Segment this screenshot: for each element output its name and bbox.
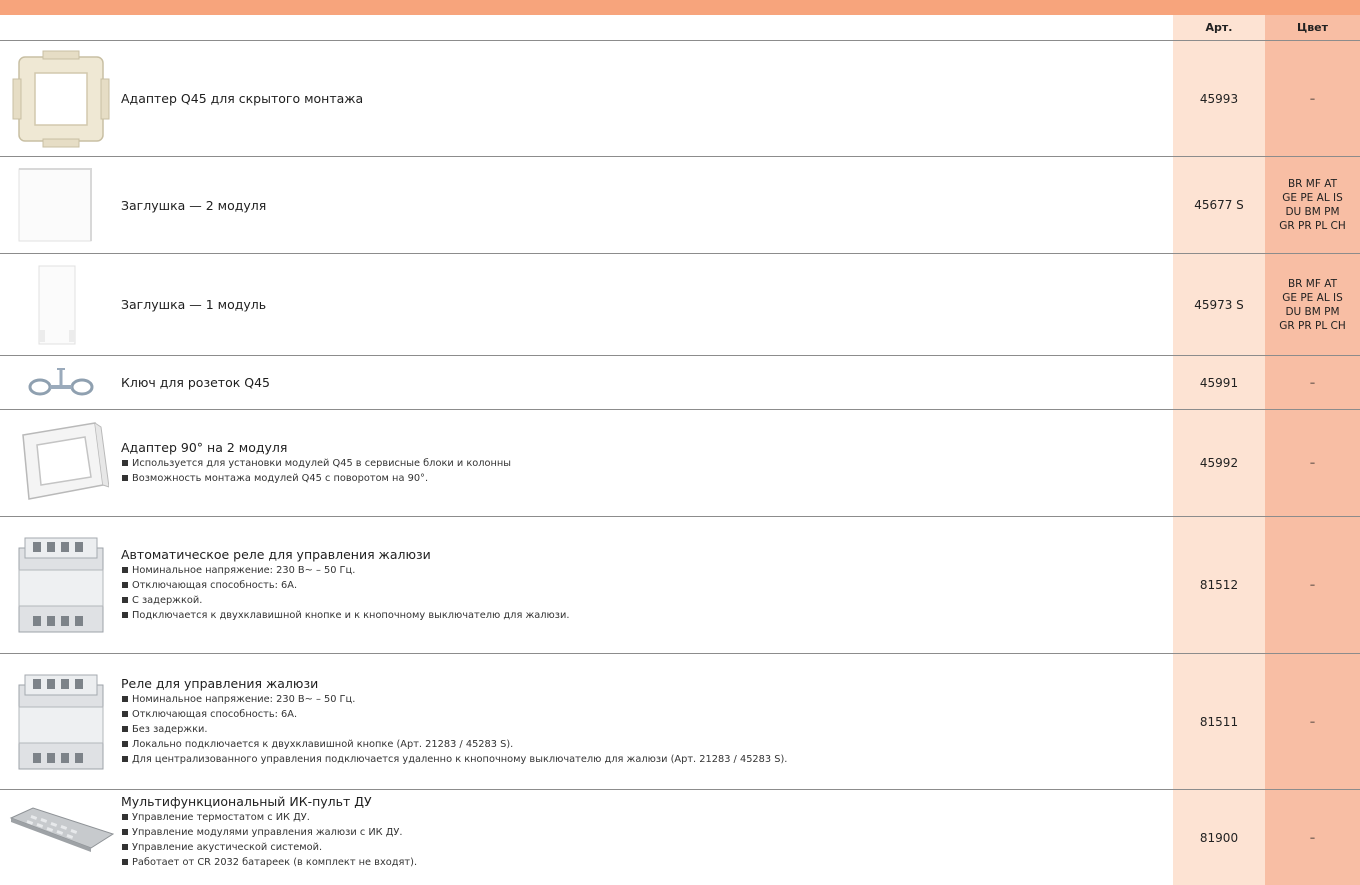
item-description: Автоматическое реле для управления жалюз… xyxy=(121,517,569,653)
table-row: Адаптер Q45 для скрытого монтажа 45993 – xyxy=(0,41,1360,156)
bullet-item: Управление модулями управления жалюзи с … xyxy=(121,825,417,840)
bullet-list: Управление термостатом с ИК ДУ. Управлен… xyxy=(121,810,417,870)
color-code: – xyxy=(1309,831,1316,844)
blank-plate-2-module-image xyxy=(0,157,110,253)
color-code: BR MF AT xyxy=(1287,178,1338,190)
top-band xyxy=(0,0,1360,15)
item-title: Мультифункциональный ИК-пульт ДУ xyxy=(121,794,372,809)
table-row: Мультифункциональный ИК-пульт ДУ Управле… xyxy=(0,790,1360,885)
item-description: Заглушка — 2 модуля xyxy=(121,157,266,253)
table-row: Заглушка — 1 модуль 45973 S BR MF AT GE … xyxy=(0,254,1360,355)
bullet-item: Локально подключается к двухклавишной кн… xyxy=(121,737,787,752)
item-color: BR MF AT GE PE AL IS DU BM PM GR PR PL C… xyxy=(1265,254,1360,355)
table-row: Автоматическое реле для управления жалюз… xyxy=(0,517,1360,653)
item-color: – xyxy=(1265,517,1360,653)
table-row: Реле для управления жалюзи Номинальное н… xyxy=(0,654,1360,789)
color-code: – xyxy=(1309,579,1316,591)
table-row: Заглушка — 2 модуля 45677 S BR MF AT GE … xyxy=(0,157,1360,253)
item-color: – xyxy=(1265,790,1360,885)
art-column-header: Арт. xyxy=(1205,21,1233,34)
item-color: – xyxy=(1265,41,1360,156)
item-description: Ключ для розеток Q45 xyxy=(121,356,270,409)
item-art: 45677 S xyxy=(1194,198,1244,212)
item-title: Реле для управления жалюзи xyxy=(121,676,319,691)
bullet-item: Возможность монтажа модулей Q45 с поворо… xyxy=(121,471,511,486)
item-art: 81900 xyxy=(1199,830,1239,845)
item-art: 45993 xyxy=(1199,91,1239,106)
item-description: Адаптер Q45 для скрытого монтажа xyxy=(121,41,363,156)
color-code: GR PR PL CH xyxy=(1279,220,1346,232)
item-title: Адаптер Q45 для скрытого монтажа xyxy=(121,91,364,106)
color-code: – xyxy=(1309,715,1316,728)
item-description: Мультифункциональный ИК-пульт ДУ Управле… xyxy=(121,790,417,885)
bullet-item: Управление акустической системой. xyxy=(121,840,417,855)
bullet-item: Номинальное напряжение: 230 В~ – 50 Гц. xyxy=(121,692,787,707)
bullet-item: Подключается к двухклавишной кнопке и к … xyxy=(121,608,569,623)
socket-key-image xyxy=(0,356,121,409)
item-art: 45973 S xyxy=(1194,297,1244,312)
bullet-item: Номинальное напряжение: 230 В~ – 50 Гц. xyxy=(121,563,569,578)
item-title: Заглушка — 1 модуль xyxy=(121,297,267,312)
bullet-item: Используется для установки модулей Q45 в… xyxy=(121,456,511,471)
bullet-list: Номинальное напряжение: 230 В~ – 50 Гц. … xyxy=(121,563,569,623)
item-title: Ключ для розеток Q45 xyxy=(121,375,270,390)
relay-image xyxy=(0,517,121,653)
table-row: Ключ для розеток Q45 45991 – xyxy=(0,356,1360,409)
adapter-90-image xyxy=(0,410,121,516)
blank-plate-1-module-image xyxy=(0,254,110,355)
item-color: – xyxy=(1265,410,1360,516)
bullet-item: Отключающая способность: 6А. xyxy=(121,707,787,722)
color-code: GR PR PL CH xyxy=(1279,319,1346,332)
item-description: Адаптер 90° на 2 модуля Используется для… xyxy=(121,410,511,516)
color-code: – xyxy=(1309,376,1316,389)
bullet-item: С задержкой. xyxy=(121,593,569,608)
item-title: Адаптер 90° на 2 модуля xyxy=(121,440,288,455)
table-row: Адаптер 90° на 2 модуля Используется для… xyxy=(0,410,1360,516)
color-code: DU BM PM xyxy=(1285,206,1340,218)
color-code: BR MF AT xyxy=(1287,277,1338,290)
item-art: 81511 xyxy=(1199,714,1239,729)
item-color: – xyxy=(1265,356,1360,409)
bullet-item: Управление термостатом с ИК ДУ. xyxy=(121,810,417,825)
bullet-list: Используется для установки модулей Q45 в… xyxy=(121,456,511,486)
item-art: 45991 xyxy=(1199,375,1239,390)
bullet-list: Номинальное напряжение: 230 В~ – 50 Гц. … xyxy=(121,692,787,767)
item-color: BR MF AT GE PE AL IS DU BM PM GR PR PL C… xyxy=(1265,157,1360,253)
item-title: Автоматическое реле для управления жалюз… xyxy=(121,547,431,562)
item-description: Заглушка — 1 модуль xyxy=(121,254,266,355)
color-code: DU BM PM xyxy=(1285,305,1340,318)
remote-control-image xyxy=(0,790,121,870)
color-code: GE PE AL IS xyxy=(1282,192,1343,204)
bullet-item: Для централизованного управления подключ… xyxy=(121,752,787,767)
item-art: 81512 xyxy=(1199,578,1239,592)
table-header: Арт. Цвет xyxy=(0,15,1360,40)
bullet-item: Работает от CR 2032 батареек (в комплект… xyxy=(121,855,417,870)
item-description: Реле для управления жалюзи Номинальное н… xyxy=(121,654,787,789)
adapter-frame-image xyxy=(0,41,121,156)
color-code: GE PE AL IS xyxy=(1282,291,1343,304)
item-color: – xyxy=(1265,654,1360,789)
color-column-header: Цвет xyxy=(1296,21,1328,34)
relay-image xyxy=(0,654,121,789)
bullet-item: Отключающая способность: 6А. xyxy=(121,578,569,593)
item-art: 45992 xyxy=(1199,456,1239,470)
color-code: – xyxy=(1309,92,1316,105)
item-title: Заглушка — 2 модуля xyxy=(121,197,267,213)
bullet-item: Без задержки. xyxy=(121,722,787,737)
color-code: – xyxy=(1309,457,1316,469)
